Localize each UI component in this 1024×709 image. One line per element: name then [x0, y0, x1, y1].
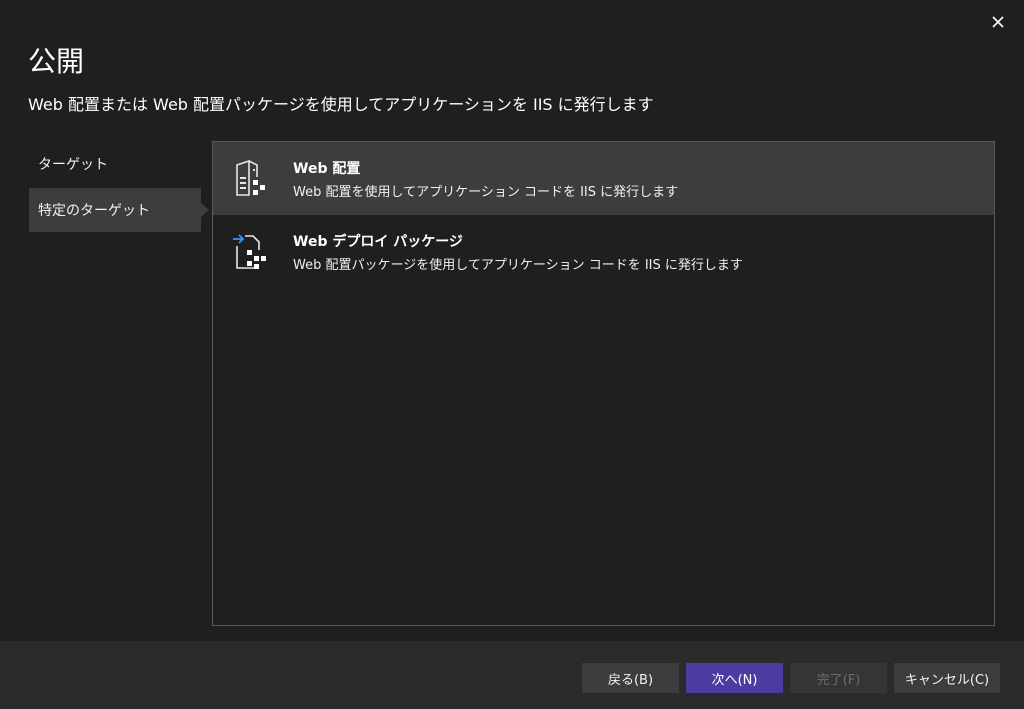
finish-button: 完了(F) — [790, 663, 887, 693]
nav-item-specific-target[interactable]: 特定のターゲット — [29, 188, 209, 232]
nav-item-label: 特定のターゲット — [38, 203, 150, 219]
nav-item-label: ターゲット — [38, 157, 108, 173]
nav-item-target[interactable]: ターゲット — [29, 142, 201, 186]
option-title: Web 配置 — [293, 160, 361, 177]
option-title: Web デプロイ パッケージ — [293, 233, 463, 250]
web-deploy-package-icon — [229, 230, 273, 274]
option-web-deploy[interactable]: Web 配置 Web 配置を使用してアプリケーション コードを IIS に発行し… — [213, 142, 994, 215]
web-deploy-icon — [229, 157, 273, 201]
option-description: Web 配置パッケージを使用してアプリケーション コードを IIS に発行します — [293, 257, 743, 273]
close-button[interactable] — [986, 10, 1010, 34]
dialog-title: 公開 — [28, 45, 85, 78]
cancel-button[interactable]: キャンセル(C) — [894, 663, 1000, 693]
back-button[interactable]: 戻る(B) — [582, 663, 679, 693]
wizard-steps: ターゲット 特定のターゲット — [29, 142, 209, 234]
option-description: Web 配置を使用してアプリケーション コードを IIS に発行します — [293, 184, 679, 200]
next-button[interactable]: 次へ(N) — [686, 663, 783, 693]
option-web-deploy-package[interactable]: Web デプロイ パッケージ Web 配置パッケージを使用してアプリケーション … — [213, 215, 994, 288]
close-icon — [992, 16, 1004, 28]
target-options-list: Web 配置 Web 配置を使用してアプリケーション コードを IIS に発行し… — [212, 141, 995, 626]
dialog-footer: 戻る(B) 次へ(N) 完了(F) キャンセル(C) — [0, 641, 1024, 709]
dialog-subtitle: Web 配置または Web 配置パッケージを使用してアプリケーションを IIS … — [28, 95, 654, 114]
